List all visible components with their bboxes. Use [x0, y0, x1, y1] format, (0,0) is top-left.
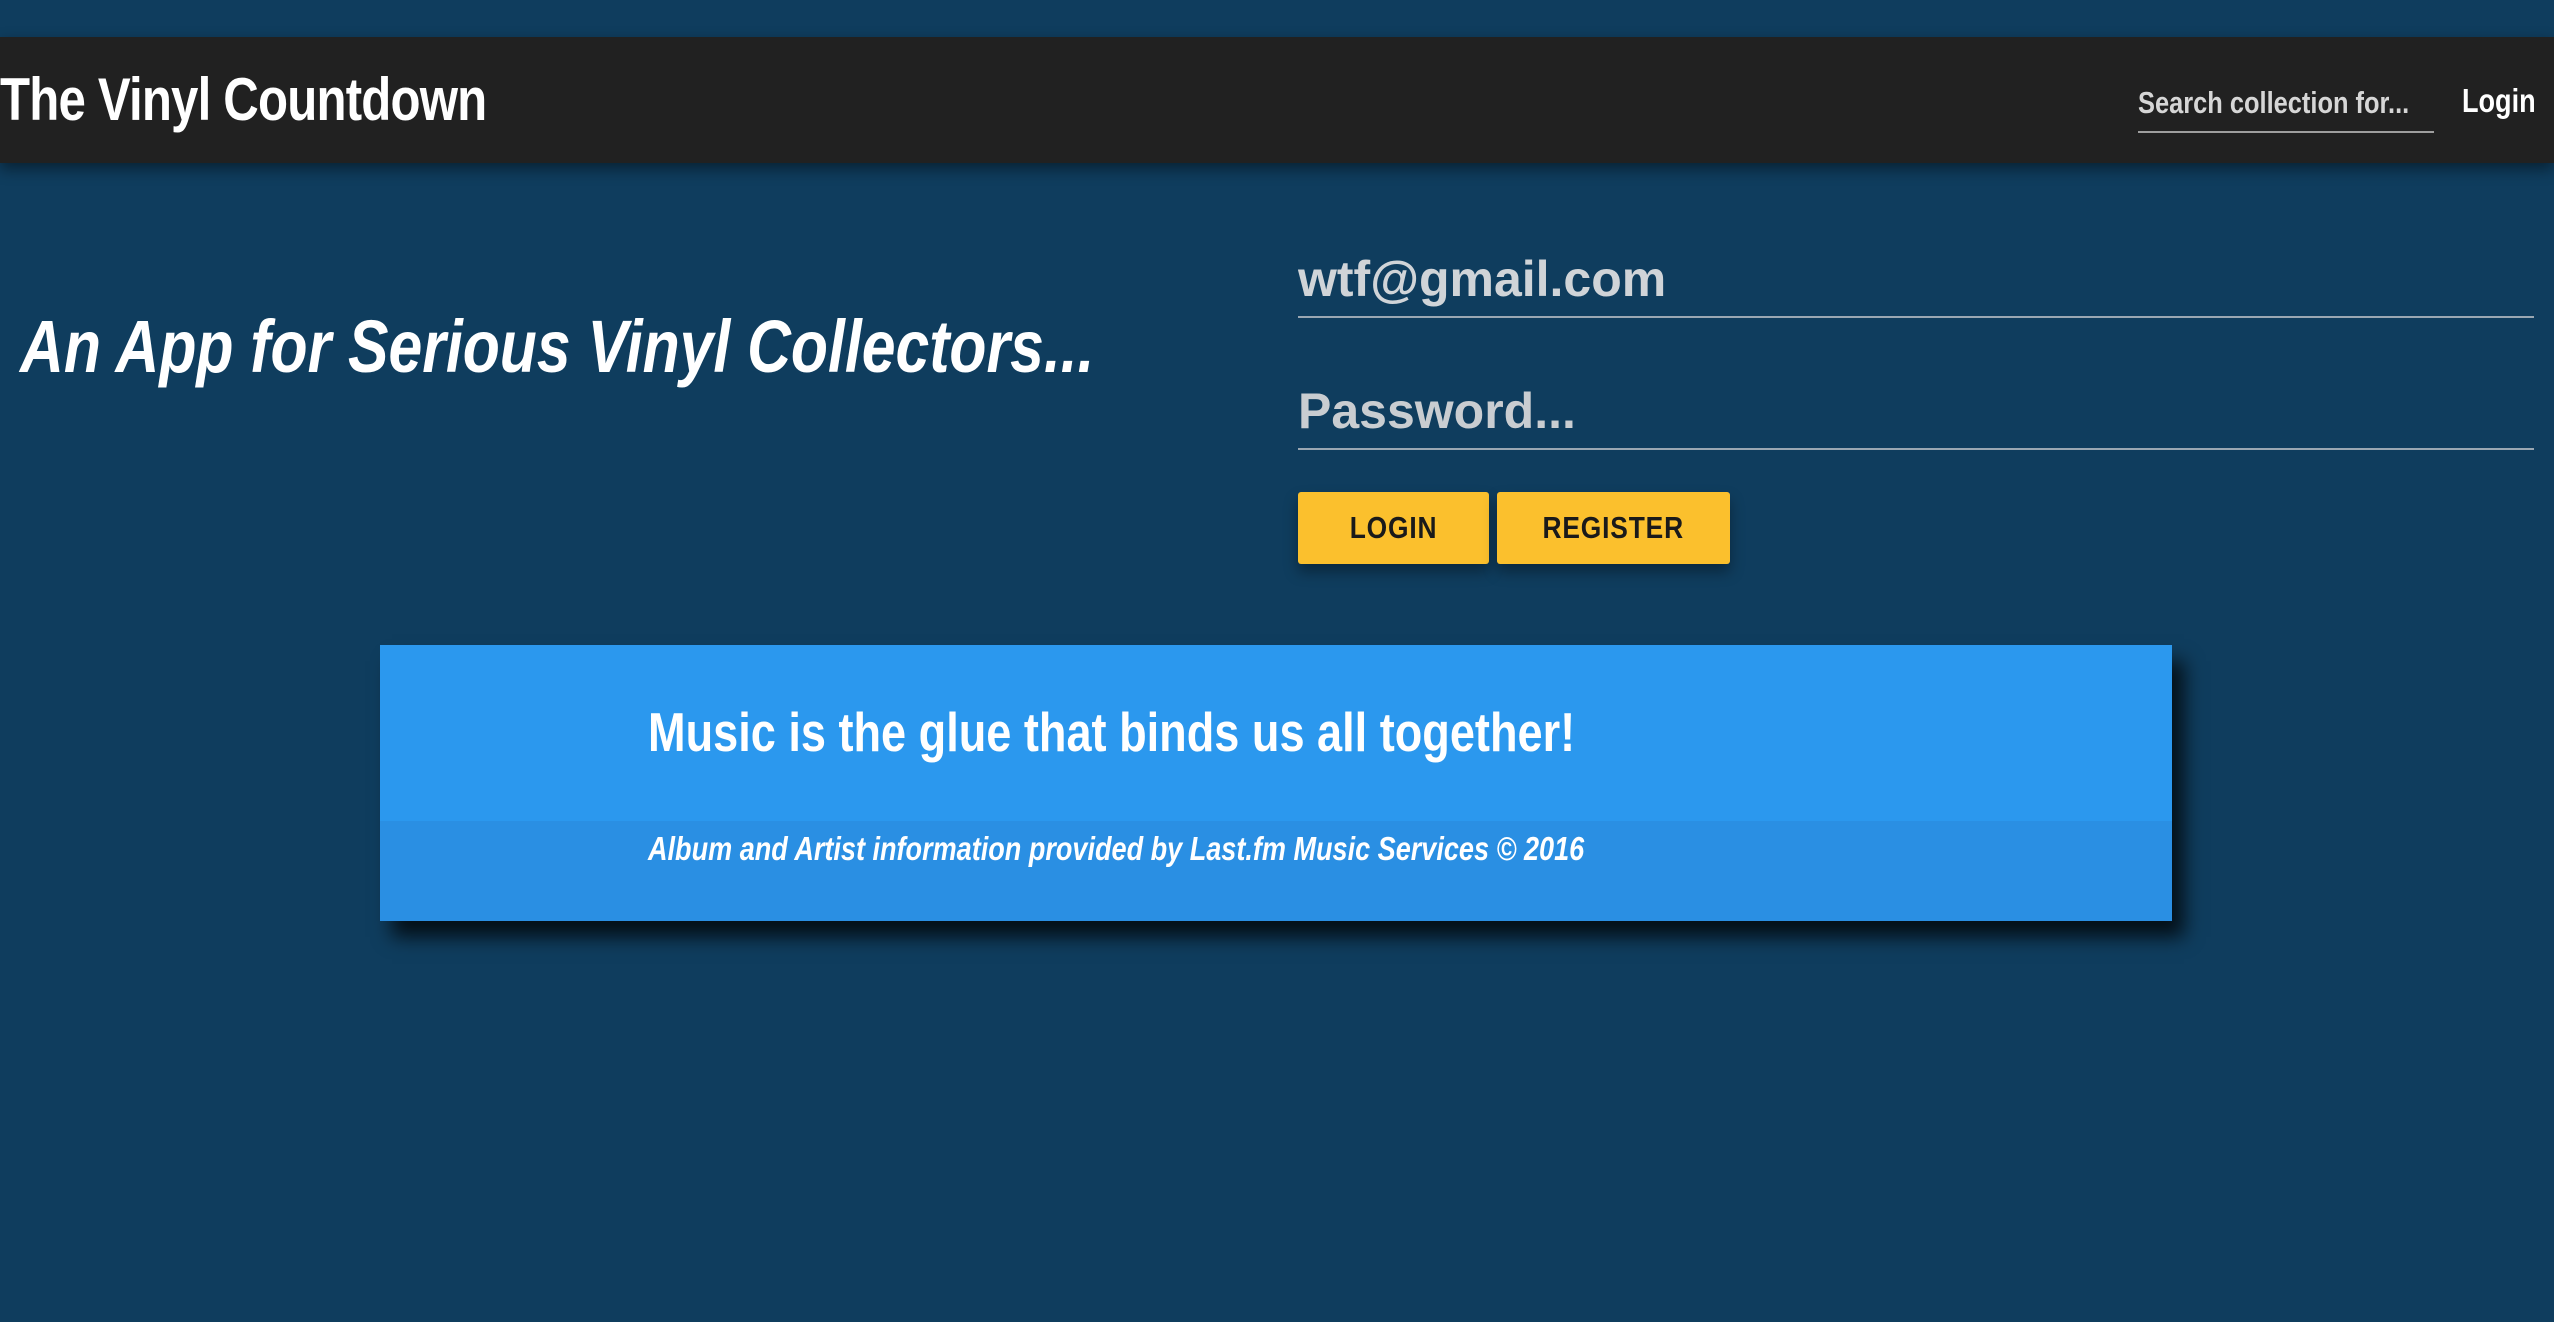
brand-logo-link[interactable]: The Vinyl Countdown [0, 67, 487, 133]
register-button[interactable]: REGISTER [1497, 492, 1730, 564]
footer-card-title: Music is the glue that binds us all toge… [648, 701, 1576, 763]
search-collection-input[interactable] [2138, 75, 2435, 133]
lastfm-credit: Album and Artist information provided by… [648, 830, 1585, 867]
email-field[interactable] [1298, 242, 2534, 318]
footer-card: Music is the glue that binds us all toge… [380, 645, 2172, 921]
nav-login-link[interactable]: Login [2462, 81, 2536, 121]
login-button[interactable]: LOGIN [1298, 492, 1489, 564]
password-field[interactable] [1298, 374, 2534, 450]
page: The Vinyl Countdown Login An App for Ser… [0, 0, 2554, 1322]
hero-tagline: An App for Serious Vinyl Collectors... [20, 304, 1095, 388]
top-navbar: The Vinyl Countdown Login [0, 37, 2554, 163]
register-button-label: REGISTER [1542, 510, 1685, 545]
login-button-label: LOGIN [1349, 510, 1438, 545]
